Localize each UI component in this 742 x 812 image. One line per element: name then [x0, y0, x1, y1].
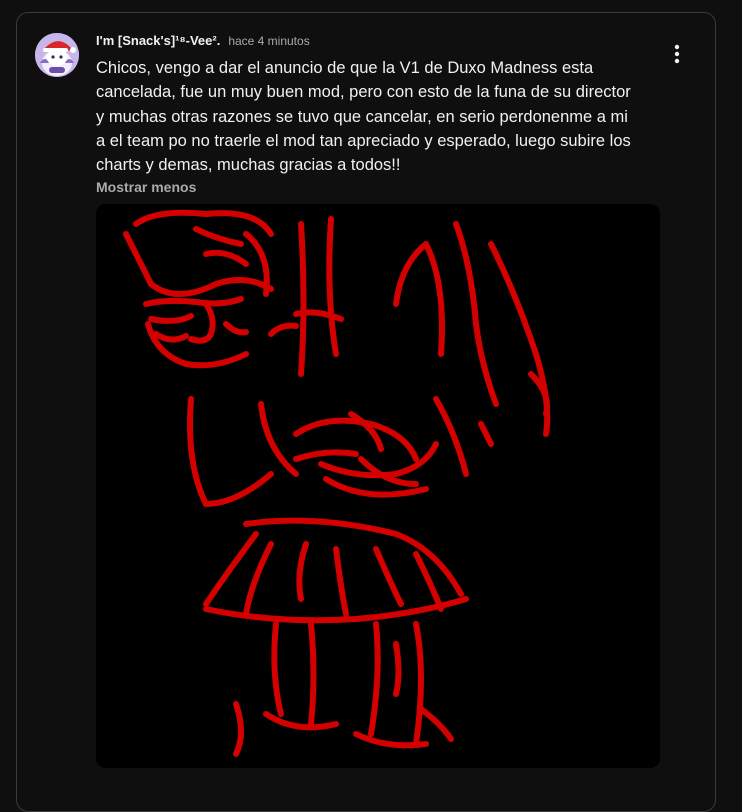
community-post-card: I'm [Snack's]¹⁸-Vee². hace 4 minutos Chi…: [16, 12, 716, 812]
post-timestamp[interactable]: hace 4 minutos: [228, 34, 309, 48]
post-header: I'm [Snack's]¹⁸-Vee². hace 4 minutos: [96, 33, 310, 51]
author-name[interactable]: I'm [Snack's]¹⁸-Vee².: [96, 33, 220, 48]
show-less-button[interactable]: Mostrar menos: [96, 179, 196, 195]
more-vert-icon: [674, 44, 680, 64]
post-body-text: Chicos, vengo a dar el anuncio de que la…: [96, 59, 631, 175]
avatar-image: [35, 33, 79, 77]
author-avatar[interactable]: [35, 33, 79, 77]
more-options-button[interactable]: [665, 39, 689, 69]
red-sketch-drawing: [96, 204, 660, 768]
post-image[interactable]: [96, 204, 660, 768]
